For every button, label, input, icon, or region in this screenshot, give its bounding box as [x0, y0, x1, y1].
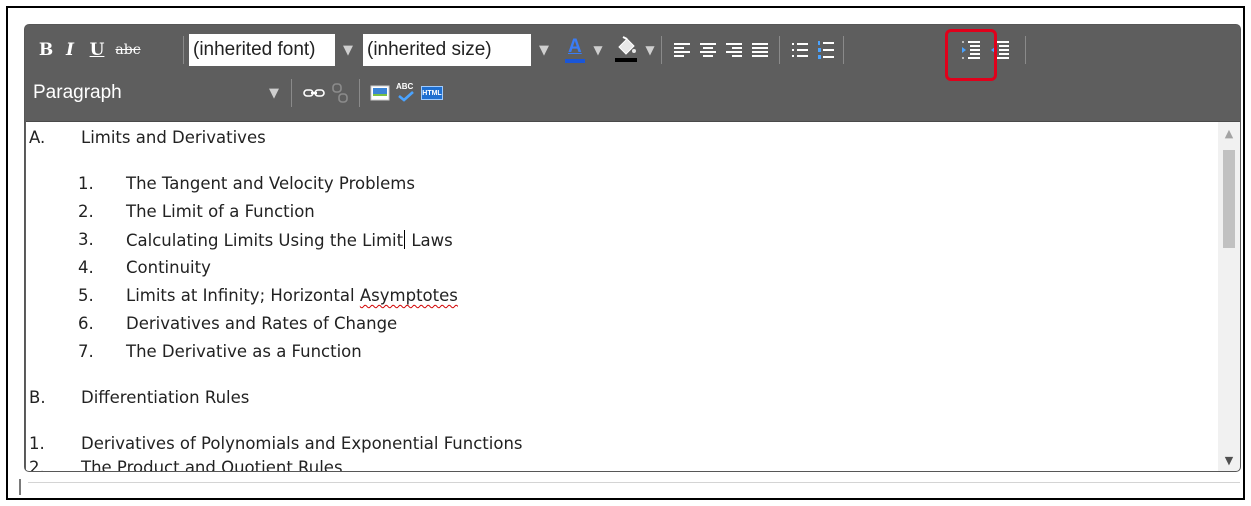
vertical-scrollbar[interactable]: ▲ ▼: [1218, 121, 1240, 471]
list-item-text-before-caret: Calculating Limits Using the Limit: [126, 231, 404, 250]
list-item-number: 1.: [78, 174, 94, 193]
toolbar-separator: [843, 36, 844, 64]
scroll-down-arrow-icon[interactable]: ▼: [1218, 451, 1240, 469]
underline-button[interactable]: U: [88, 35, 106, 65]
text-color-icon: A: [565, 35, 585, 65]
toolbar-row-2: Paragraph ▼ ABC HTML: [31, 78, 1231, 108]
align-center-icon: [700, 43, 716, 57]
html-label: HTML: [422, 89, 442, 97]
highlight-color-dropdown-icon[interactable]: ▼: [643, 35, 657, 65]
image-icon: [370, 85, 390, 101]
html-source-button[interactable]: HTML: [419, 78, 445, 108]
list-item-number: 1.: [29, 434, 45, 453]
font-family-dropdown-icon[interactable]: ▼: [337, 34, 359, 66]
font-size-dropdown-icon[interactable]: ▼: [533, 34, 555, 66]
editor-content[interactable]: A. Limits and Derivatives 1. The Tangent…: [26, 121, 1218, 471]
strikethrough-button[interactable]: abc: [112, 35, 144, 65]
list-item-number: 5.: [78, 286, 94, 305]
list-item-text: The Derivative as a Function: [126, 342, 362, 361]
align-justify-button[interactable]: [747, 35, 773, 65]
list-item-text-after-caret: Laws: [406, 231, 453, 250]
align-right-icon: [726, 43, 742, 57]
toolbar-row-1: B I U abc (inherited font) ▼ (inherited …: [31, 29, 1231, 81]
page-left-rule: [19, 479, 21, 495]
italic-button[interactable]: I: [61, 35, 79, 65]
list-item-text: Derivatives and Rates of Change: [126, 314, 398, 333]
link-icon: [303, 89, 325, 97]
list-item-text: The Tangent and Velocity Problems: [126, 174, 415, 193]
numbered-list-button[interactable]: [813, 35, 839, 65]
list-item-text: Continuity: [126, 258, 211, 277]
list-item-number: 7.: [78, 342, 94, 361]
list-item-number: 3.: [78, 230, 94, 249]
list-item-text: Limits at Infinity; Horizontal Asymptote…: [126, 286, 458, 305]
toolbar-separator: [1025, 36, 1026, 64]
toolbar-separator: [661, 36, 662, 64]
text-color-letter: A: [568, 36, 582, 57]
bold-button[interactable]: B: [37, 35, 55, 65]
spellcheck-icon: ABC: [394, 82, 418, 104]
text-color-button[interactable]: A: [561, 35, 589, 65]
insert-link-button[interactable]: [301, 78, 327, 108]
section-title: Limits and Derivatives: [81, 128, 266, 147]
list-item-number: 4.: [78, 258, 94, 277]
align-center-button[interactable]: [695, 35, 721, 65]
text-color-dropdown-icon[interactable]: ▼: [591, 35, 605, 65]
scrollbar-thumb[interactable]: [1223, 150, 1235, 248]
indent-highlight-outline: [945, 29, 997, 81]
list-item-number: 6.: [78, 314, 94, 333]
insert-image-button[interactable]: [367, 78, 393, 108]
toolbar-separator: [291, 79, 292, 107]
html-icon: HTML: [421, 86, 443, 100]
list-item-text: Calculating Limits Using the Limit Laws: [126, 230, 453, 250]
highlight-color-button[interactable]: [613, 35, 641, 65]
align-left-icon: [674, 43, 690, 57]
page-divider: [28, 482, 1240, 483]
list-item-text-plain: Limits at Infinity; Horizontal: [126, 286, 360, 305]
list-item-number: 2.: [29, 458, 45, 471]
toolbar-separator: [359, 79, 360, 107]
unlink-icon: [332, 83, 348, 103]
align-justify-icon: [752, 43, 768, 57]
align-left-button[interactable]: [669, 35, 695, 65]
paint-bucket-icon: [615, 36, 637, 62]
toolbar-separator: [183, 36, 184, 64]
toolbar-separator: [779, 36, 780, 64]
list-item-text: The Limit of a Function: [126, 202, 315, 221]
list-item-text: Derivatives of Polynomials and Exponenti…: [81, 434, 523, 453]
section-marker: B.: [29, 388, 46, 407]
list-item-text: The Product and Quotient Rules: [81, 458, 343, 471]
scroll-up-arrow-icon[interactable]: ▲: [1218, 124, 1240, 142]
numbered-list-icon: [818, 41, 834, 59]
font-family-select[interactable]: (inherited font): [189, 34, 335, 66]
bulleted-list-icon: [792, 43, 808, 57]
list-item-number: 2.: [78, 202, 94, 221]
spellcheck-button[interactable]: ABC: [393, 78, 419, 108]
unlink-button[interactable]: [327, 78, 353, 108]
font-size-select[interactable]: (inherited size): [363, 34, 531, 66]
align-right-button[interactable]: [721, 35, 747, 65]
misspelled-word[interactable]: Asymptotes: [360, 286, 458, 305]
rich-text-editor: B I U abc (inherited font) ▼ (inherited …: [24, 24, 1241, 472]
paragraph-format-dropdown-icon[interactable]: ▼: [263, 78, 285, 108]
bulleted-list-button[interactable]: [787, 35, 813, 65]
paragraph-format-select[interactable]: Paragraph: [31, 78, 263, 108]
text-caret: [404, 230, 406, 249]
section-title: Differentiation Rules: [81, 388, 250, 407]
section-marker: A.: [29, 128, 46, 147]
editor-toolbar: B I U abc (inherited font) ▼ (inherited …: [25, 25, 1240, 121]
